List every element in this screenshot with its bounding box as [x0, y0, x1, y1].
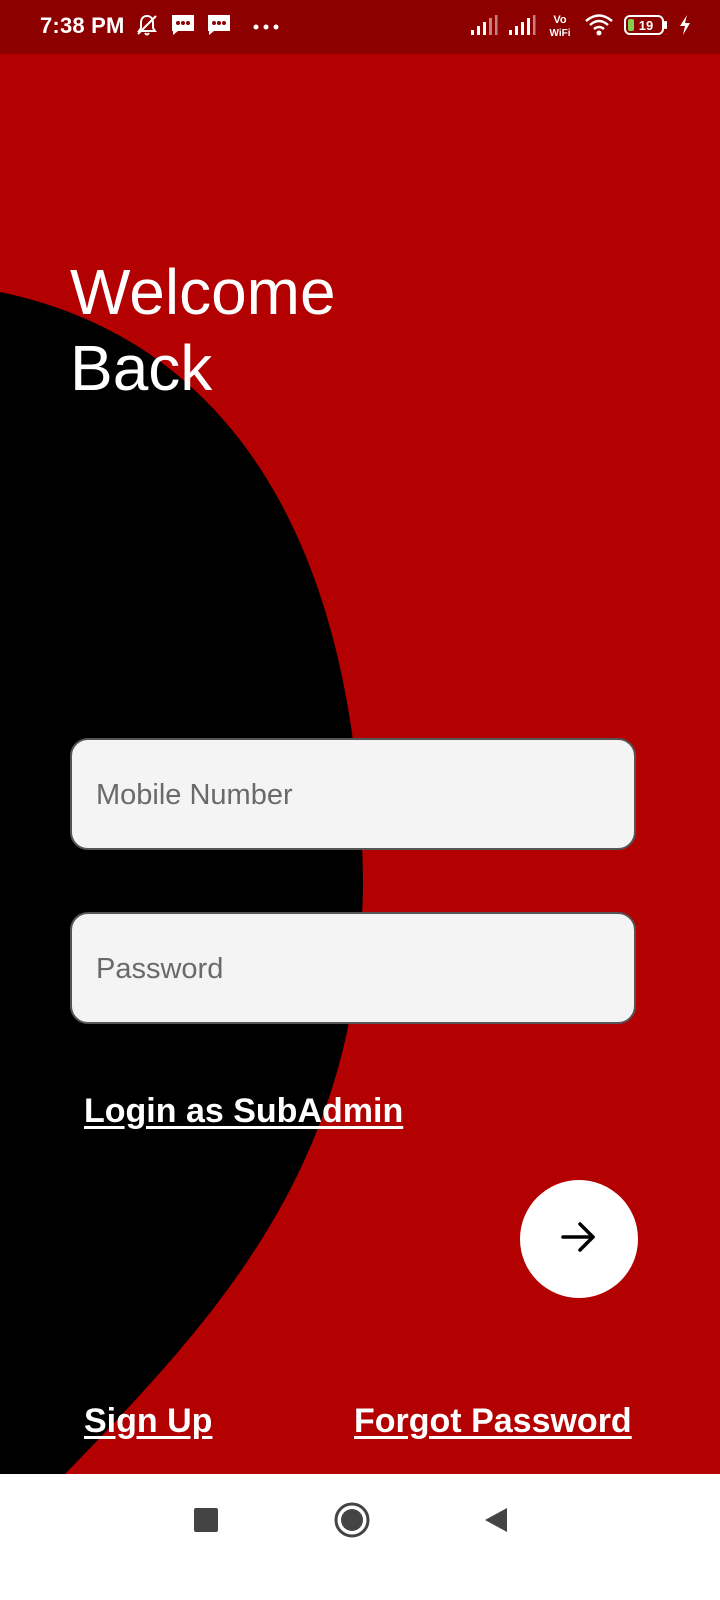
- signal-icon: [470, 14, 498, 41]
- status-time: 7:38 PM: [40, 13, 125, 38]
- home-button[interactable]: [326, 1500, 378, 1544]
- welcome-title-line-1: Welcome: [70, 256, 336, 328]
- home-circle-icon: [333, 1501, 371, 1544]
- message-icon: [206, 13, 232, 42]
- back-triangle-icon: [483, 1506, 509, 1539]
- navigation-bar: [0, 1474, 720, 1600]
- notifications-muted-icon: [134, 12, 160, 43]
- sign-up-link[interactable]: Sign Up: [84, 1402, 212, 1441]
- login-as-subadmin-link[interactable]: Login as SubAdmin: [84, 1092, 403, 1131]
- password-field[interactable]: [70, 912, 636, 1024]
- svg-text:Vo: Vo: [553, 14, 567, 26]
- more-dots-icon: [252, 18, 280, 36]
- mobile-number-field[interactable]: [70, 738, 636, 850]
- back-button[interactable]: [470, 1500, 522, 1544]
- svg-text:WiFi: WiFi: [549, 28, 570, 38]
- svg-text:19: 19: [639, 18, 653, 33]
- forgot-password-link[interactable]: Forgot Password: [354, 1402, 632, 1441]
- message-icon: [170, 13, 196, 42]
- charging-bolt-icon: [678, 14, 692, 41]
- status-bar: 7:38 PM Vo WiFi 19: [0, 0, 720, 54]
- recents-square-icon: [193, 1507, 219, 1538]
- arrow-right-icon: [560, 1220, 598, 1259]
- login-screen: 7:38 PM Vo WiFi 19 Welcome Back Mobile N…: [0, 0, 720, 1600]
- welcome-title: Welcome Back: [70, 254, 336, 406]
- recents-button[interactable]: [180, 1500, 232, 1544]
- submit-login-button[interactable]: [520, 1180, 638, 1298]
- battery-icon: 19: [624, 13, 668, 42]
- signal-icon: [508, 14, 536, 41]
- mobile-number-input[interactable]: [94, 740, 618, 850]
- vowifi-icon: Vo WiFi: [546, 12, 574, 43]
- login-background: Welcome Back Login as SubAdmin Sign Up F…: [0, 54, 720, 1474]
- wifi-icon: [584, 13, 614, 42]
- welcome-title-line-2: Back: [70, 332, 213, 404]
- status-left-icons: [134, 14, 280, 40]
- status-right-icons: Vo WiFi 19: [470, 12, 692, 42]
- password-input[interactable]: [94, 914, 618, 1024]
